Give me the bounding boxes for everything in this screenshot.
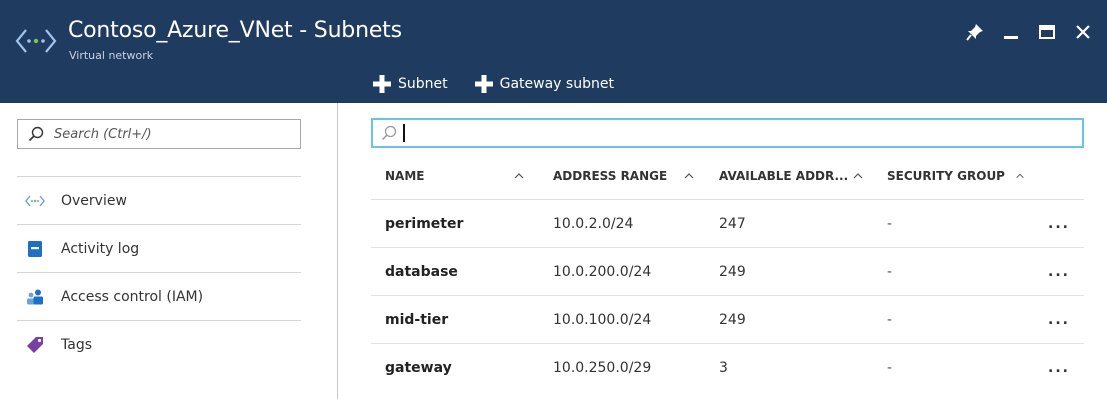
- subnet-address-range: 10.0.250.0/29: [553, 360, 652, 376]
- vnet-icon: [25, 191, 45, 211]
- column-header-label: NAME: [385, 168, 425, 183]
- minimize-icon: [1004, 36, 1018, 39]
- search-icon: [28, 126, 44, 142]
- grid-header: NAME ADDRESS RANGE AVAILABLE ADDR... SEC…: [371, 152, 1084, 200]
- subnet-address-range: 10.0.100.0/24: [553, 311, 652, 328]
- subnet-security-group: -: [887, 263, 893, 280]
- plus-icon: [474, 75, 493, 93]
- command-bar: Subnet Gateway subnet: [372, 74, 640, 94]
- menu-item-access-control[interactable]: Access control (IAM): [17, 272, 301, 320]
- menu-item-label: Access control (IAM): [61, 288, 204, 305]
- menu-search-box: [17, 119, 301, 149]
- menu-item-activity-log[interactable]: Activity log: [17, 224, 301, 272]
- row-more-button[interactable]: ...: [1025, 216, 1084, 232]
- close-icon: [1076, 25, 1090, 39]
- plus-icon: [373, 75, 391, 93]
- add-subnet-button[interactable]: Subnet: [372, 74, 448, 94]
- menu-list: Overview Activity log Access control (IA…: [17, 176, 301, 368]
- subnet-available-addresses: 249: [719, 311, 746, 328]
- subnet-available-addresses: 3: [719, 360, 728, 376]
- menu-item-label: Tags: [61, 336, 92, 353]
- sort-chevron-icon: [1016, 173, 1024, 178]
- table-row[interactable]: gateway 10.0.250.0/29 3 - ...: [371, 344, 1084, 392]
- table-row[interactable]: perimeter 10.0.2.0/24 247 - ...: [371, 200, 1084, 248]
- add-gateway-subnet-button[interactable]: Gateway subnet: [474, 74, 614, 94]
- window-controls: [953, 18, 1097, 46]
- row-more-button[interactable]: ...: [1025, 264, 1084, 280]
- row-more-button[interactable]: ...: [1025, 360, 1084, 376]
- column-header-label: AVAILABLE ADDR...: [719, 168, 849, 183]
- subnet-name: gateway: [385, 360, 452, 376]
- subnets-grid: NAME ADDRESS RANGE AVAILABLE ADDR... SEC…: [371, 152, 1084, 392]
- activity-log-icon: [25, 239, 45, 259]
- subnet-name: database: [385, 263, 458, 280]
- blade-header: Contoso_Azure_VNet - Subnets Virtual net…: [0, 0, 1107, 103]
- subnet-security-group: -: [887, 215, 893, 232]
- subnet-address-range: 10.0.200.0/24: [553, 263, 652, 280]
- add-subnet-label: Subnet: [398, 76, 448, 92]
- column-header-security-group[interactable]: SECURITY GROUP: [875, 169, 1025, 183]
- column-header-name[interactable]: NAME: [371, 169, 541, 183]
- pane-divider: [337, 103, 338, 399]
- sort-chevron-icon: [514, 172, 524, 178]
- subnet-filter-box: [371, 118, 1084, 148]
- column-header-available-addresses[interactable]: AVAILABLE ADDR...: [707, 169, 875, 183]
- subnet-available-addresses: 247: [719, 215, 746, 232]
- menu-item-overview[interactable]: Overview: [17, 176, 301, 224]
- menu-item-tags[interactable]: Tags: [17, 320, 301, 368]
- menu-item-label: Overview: [61, 192, 127, 209]
- blade-subtitle: Virtual network: [69, 49, 154, 62]
- menu-item-label: Activity log: [61, 240, 140, 257]
- close-button[interactable]: [1069, 18, 1097, 46]
- table-row[interactable]: database 10.0.200.0/24 249 - ...: [371, 248, 1084, 296]
- subnet-name: mid-tier: [385, 311, 449, 328]
- blade-title: Contoso_Azure_VNet - Subnets: [68, 18, 402, 43]
- menu-search-input[interactable]: [54, 126, 294, 142]
- subnet-security-group: -: [887, 360, 893, 376]
- iam-icon: [25, 287, 45, 307]
- subnet-filter-input[interactable]: [405, 125, 1065, 141]
- maximize-icon: [1039, 25, 1055, 39]
- maximize-button[interactable]: [1033, 18, 1061, 46]
- column-header-address-range[interactable]: ADDRESS RANGE: [541, 169, 707, 183]
- column-header-label: ADDRESS RANGE: [553, 168, 668, 183]
- minimize-button[interactable]: [997, 18, 1025, 46]
- sort-chevron-icon: [853, 172, 863, 178]
- pin-button[interactable]: [961, 18, 989, 46]
- subnet-security-group: -: [887, 311, 893, 328]
- vnet-icon: [15, 29, 57, 53]
- resource-menu: Overview Activity log Access control (: [0, 103, 336, 399]
- subnet-available-addresses: 249: [719, 263, 746, 280]
- search-icon: [381, 125, 397, 141]
- add-gateway-subnet-label: Gateway subnet: [499, 76, 614, 92]
- tag-icon: [25, 335, 45, 355]
- subnet-address-range: 10.0.2.0/24: [553, 215, 634, 232]
- subnet-name: perimeter: [385, 215, 464, 232]
- pin-icon: [966, 24, 983, 41]
- table-row[interactable]: mid-tier 10.0.100.0/24 249 - ...: [371, 296, 1084, 344]
- column-header-label: SECURITY GROUP: [887, 168, 1005, 183]
- row-more-button[interactable]: ...: [1025, 312, 1084, 328]
- sort-chevron-icon: [684, 172, 694, 178]
